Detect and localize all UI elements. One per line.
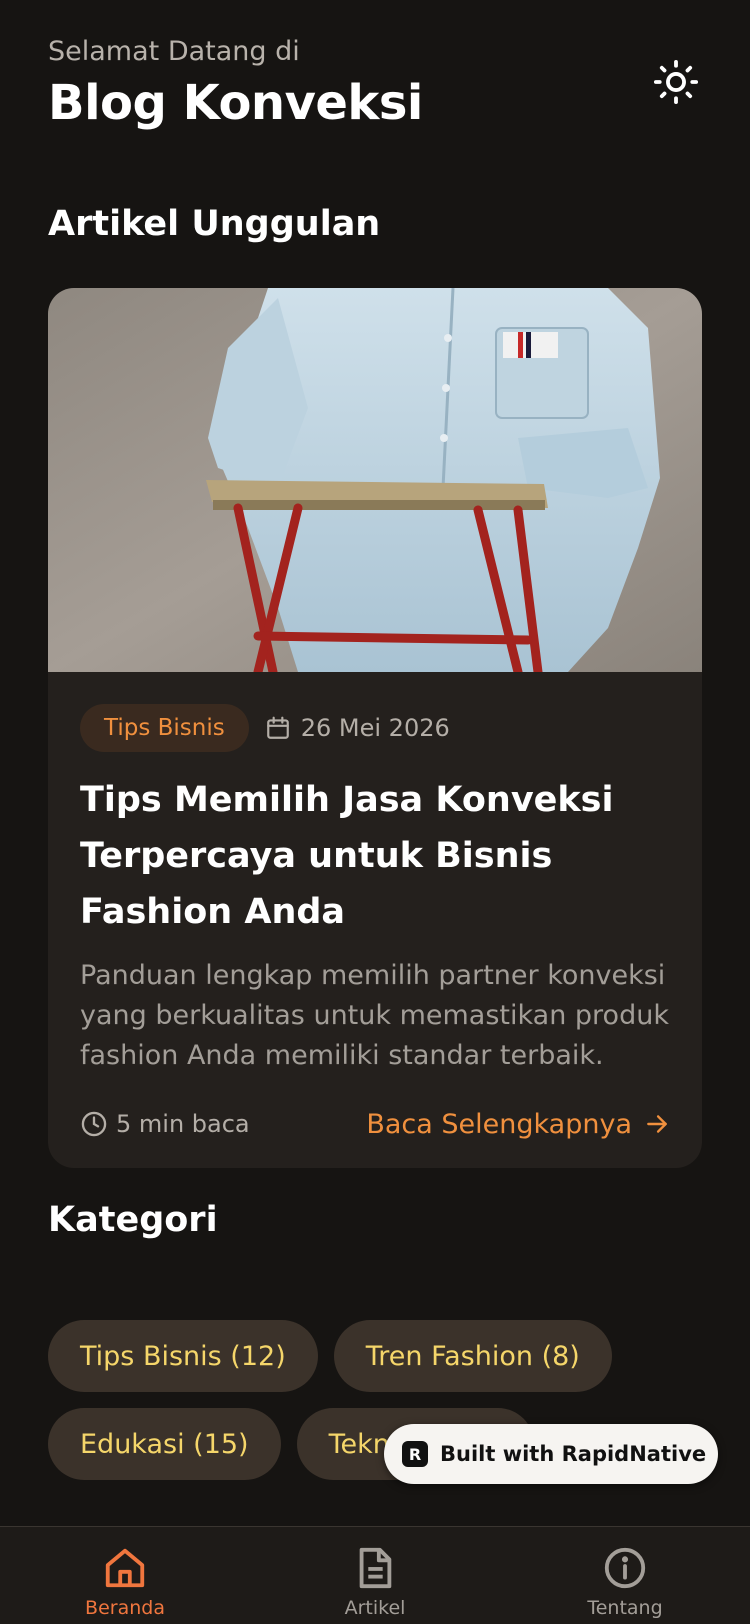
arrow-right-icon <box>647 1115 667 1133</box>
category-chip[interactable]: Edukasi (15) <box>48 1408 281 1480</box>
rapidnative-logo-icon: R <box>402 1441 428 1467</box>
home-icon <box>105 1548 145 1588</box>
article-meta: Tips Bisnis 26 Mei 2026 <box>80 704 670 752</box>
tab-label: Beranda <box>85 1597 165 1619</box>
read-time: 5 min baca <box>80 1110 250 1138</box>
greeting-text: Selamat Datang di <box>48 36 300 67</box>
tab-label: Artikel <box>344 1597 406 1619</box>
built-with-label: Built with RapidNative <box>440 1442 707 1466</box>
sun-icon <box>653 59 699 105</box>
categories-section-title: Kategori <box>48 1200 218 1240</box>
header: Selamat Datang di Blog Konveksi <box>48 36 702 131</box>
document-icon <box>359 1547 392 1589</box>
featured-section-title: Artikel Unggulan <box>48 204 381 244</box>
app-title: Blog Konveksi <box>48 75 423 131</box>
tab-label: Tentang <box>587 1597 663 1619</box>
read-more-label: Baca Selengkapnya <box>366 1108 632 1140</box>
article-hero-image <box>48 288 702 672</box>
calendar-icon <box>266 716 289 739</box>
clock-icon <box>81 1111 107 1137</box>
tab-beranda[interactable]: Beranda <box>25 1527 225 1624</box>
article-description: Panduan lengkap memilih partner konveksi… <box>80 960 669 1071</box>
info-icon <box>604 1547 646 1589</box>
theme-toggle-button[interactable] <box>650 56 702 108</box>
featured-article-card[interactable]: Tips Bisnis 26 Mei 2026 Tips Memilih Jas… <box>48 288 702 1168</box>
article-date-text: 26 Mei 2026 <box>300 714 450 742</box>
tab-tentang[interactable]: Tentang <box>525 1527 725 1624</box>
category-chip[interactable]: Tips Bisnis (12) <box>48 1320 318 1392</box>
article-title[interactable]: Tips Memilih Jasa Konveksi Terpercaya un… <box>80 772 670 940</box>
read-more-link[interactable]: Baca Selengkapnya <box>366 1109 670 1140</box>
tab-artikel[interactable]: Artikel <box>275 1527 475 1624</box>
read-time-text: 5 min baca <box>116 1110 250 1138</box>
built-with-badge[interactable]: R Built with RapidNative <box>384 1424 718 1484</box>
article-date: 26 Mei 2026 <box>265 714 450 742</box>
category-badge[interactable]: Tips Bisnis <box>80 704 249 752</box>
bottom-tab-bar: Beranda Artikel Tentang <box>0 1526 750 1624</box>
category-chip[interactable]: Tren Fashion (8) <box>333 1320 612 1392</box>
